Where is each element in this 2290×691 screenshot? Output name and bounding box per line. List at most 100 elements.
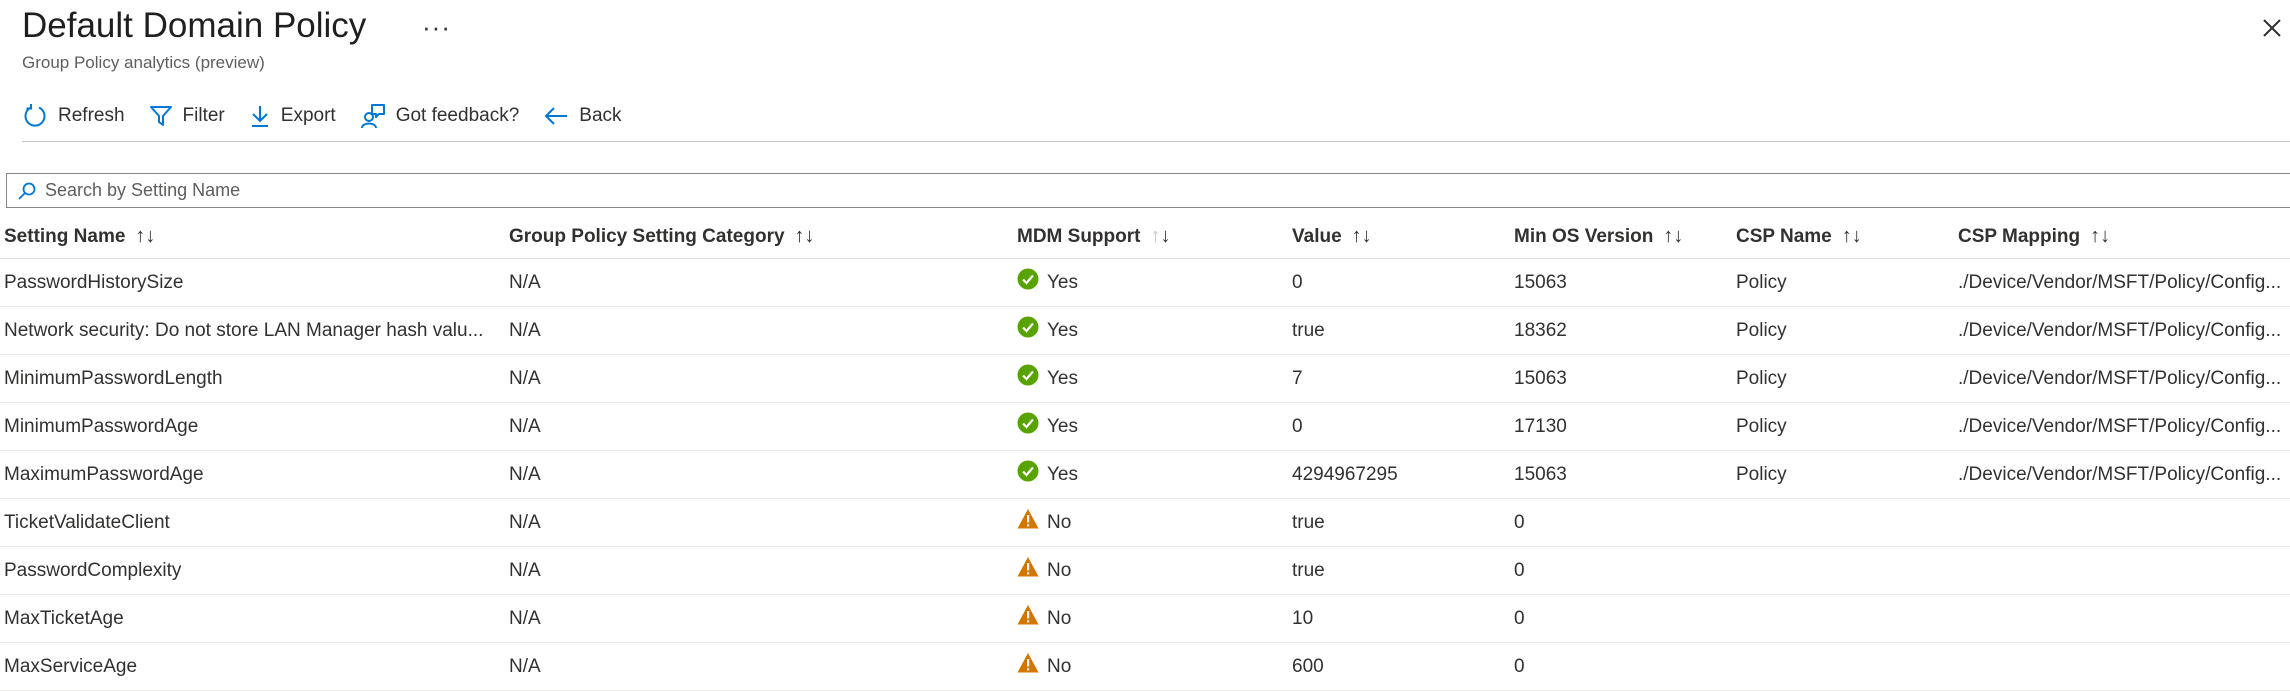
table-row[interactable]: TicketValidateClient N/A No true 0: [0, 498, 2290, 547]
min-os-version-cell: 17130: [1510, 402, 1732, 451]
table-row[interactable]: PasswordComplexity N/A No true 0: [0, 546, 2290, 595]
command-bar: Refresh Filter Export Got feedback? Back: [22, 98, 646, 134]
column-header-csp-name[interactable]: CSP Name ↑↓: [1732, 214, 1954, 259]
more-options-button[interactable]: ···: [422, 12, 451, 43]
csp-name-cell: Policy: [1732, 450, 1954, 499]
setting-name-cell[interactable]: PasswordComplexity: [0, 546, 505, 595]
setting-name-cell[interactable]: TicketValidateClient: [0, 498, 505, 547]
arrow-left-icon: [544, 107, 568, 125]
table-row[interactable]: PasswordHistorySize N/A Yes 0 15063 Policy ./D…: [0, 258, 2290, 307]
min-os-version-cell: 15063: [1510, 450, 1732, 499]
feedback-label: Got feedback?: [395, 105, 520, 126]
check-circle-icon: [1017, 316, 1039, 337]
close-button[interactable]: [2258, 14, 2286, 42]
csp-mapping-cell: ./Device/Vendor/MSFT/Policy/Config...: [1954, 450, 2290, 499]
setting-name-cell[interactable]: MaxServiceAge: [0, 642, 505, 691]
table-row[interactable]: MaxTicketAge N/A No 10 0: [0, 594, 2290, 643]
sort-icon[interactable]: ↑↓: [1663, 225, 1683, 247]
check-circle-icon: [1017, 268, 1039, 289]
column-header-setting-name[interactable]: Setting Name ↑↓: [0, 214, 505, 259]
feedback-button[interactable]: Got feedback?: [360, 103, 520, 129]
table-row[interactable]: MinimumPasswordAge N/A Yes 0 17130 Policy ./De…: [0, 402, 2290, 451]
export-label: Export: [280, 105, 336, 126]
mdm-support-label: Yes: [1047, 271, 1078, 293]
mdm-support-label: No: [1047, 607, 1072, 629]
min-os-version-cell: 0: [1510, 546, 1732, 595]
csp-mapping-cell: [1954, 546, 2290, 595]
value-cell: 0: [1288, 402, 1510, 451]
warning-icon: [1017, 652, 1039, 672]
search-box[interactable]: [6, 173, 2290, 208]
column-header-csp-mapping[interactable]: CSP Mapping ↑↓: [1954, 214, 2290, 259]
setting-name-cell[interactable]: MinimumPasswordLength: [0, 354, 505, 403]
column-header-min-os-version[interactable]: Min OS Version ↑↓: [1510, 214, 1732, 259]
sort-icon[interactable]: ↑↓: [1150, 225, 1170, 247]
setting-name-cell[interactable]: MinimumPasswordAge: [0, 402, 505, 451]
check-circle-icon: [1017, 412, 1039, 433]
table-row[interactable]: MaximumPasswordAge N/A Yes 4294967295 15063 P…: [0, 450, 2290, 499]
category-cell: N/A: [505, 354, 1013, 403]
setting-name-cell[interactable]: MaxTicketAge: [0, 594, 505, 643]
category-cell: N/A: [505, 594, 1013, 643]
csp-name-cell: [1732, 546, 1954, 595]
mdm-support-label: Yes: [1047, 319, 1078, 341]
export-button[interactable]: Export: [249, 104, 336, 128]
mdm-support-cell: No: [1013, 498, 1288, 547]
csp-name-cell: [1732, 594, 1954, 643]
mdm-support-label: Yes: [1047, 415, 1078, 437]
value-cell: 10: [1288, 594, 1510, 643]
warning-icon: [1017, 508, 1039, 528]
value-cell: 0: [1288, 258, 1510, 307]
warning-icon: [1017, 556, 1039, 576]
value-cell: true: [1288, 498, 1510, 547]
csp-name-cell: [1732, 642, 1954, 691]
back-button[interactable]: Back: [543, 105, 622, 127]
column-header-mdm-support[interactable]: MDM Support ↑↓: [1013, 214, 1288, 259]
csp-name-cell: Policy: [1732, 258, 1954, 307]
sort-icon[interactable]: ↑↓: [135, 225, 155, 247]
mdm-support-label: No: [1047, 655, 1072, 677]
filter-button[interactable]: Filter: [149, 104, 225, 128]
search-input[interactable]: [45, 180, 1845, 201]
csp-name-cell: Policy: [1732, 354, 1954, 403]
table-header-row: Setting Name ↑↓ Group Policy Setting Cate…: [0, 214, 2290, 259]
sort-icon[interactable]: ↑↓: [795, 225, 815, 247]
mdm-support-cell: Yes: [1013, 306, 1288, 355]
value-cell: true: [1288, 546, 1510, 595]
value-cell: 7: [1288, 354, 1510, 403]
column-header-category[interactable]: Group Policy Setting Category ↑↓: [505, 214, 1013, 259]
value-cell: 4294967295: [1288, 450, 1510, 499]
setting-name-cell[interactable]: Network security: Do not store LAN Manag…: [0, 306, 505, 355]
mdm-support-cell: Yes: [1013, 354, 1288, 403]
min-os-version-cell: 18362: [1510, 306, 1732, 355]
column-header-value[interactable]: Value ↑↓: [1288, 214, 1510, 259]
table-row[interactable]: MinimumPasswordLength N/A Yes 7 15063 Policy.…: [0, 354, 2290, 403]
table-row[interactable]: Network security: Do not store LAN Manag…: [0, 306, 2290, 355]
mdm-support-label: Yes: [1047, 463, 1078, 485]
mdm-support-label: No: [1047, 511, 1072, 533]
csp-mapping-cell: [1954, 594, 2290, 643]
min-os-version-cell: 0: [1510, 498, 1732, 547]
refresh-button[interactable]: Refresh: [22, 103, 125, 129]
refresh-icon: [24, 104, 46, 127]
refresh-label: Refresh: [58, 105, 125, 126]
sort-icon[interactable]: ↑↓: [1842, 225, 1862, 247]
warning-icon: [1017, 604, 1039, 624]
sort-icon[interactable]: ↑↓: [2090, 225, 2110, 247]
page-title: Default Domain Policy: [22, 6, 367, 45]
table-row[interactable]: MaxServiceAge N/A No 600 0: [0, 642, 2290, 691]
sort-icon[interactable]: ↑↓: [1352, 225, 1372, 247]
mdm-support-cell: No: [1013, 546, 1288, 595]
category-cell: N/A: [505, 258, 1013, 307]
csp-name-cell: [1732, 498, 1954, 547]
category-cell: N/A: [505, 546, 1013, 595]
csp-mapping-cell: [1954, 642, 2290, 691]
setting-name-cell[interactable]: PasswordHistorySize: [0, 258, 505, 307]
category-cell: N/A: [505, 450, 1013, 499]
mdm-support-cell: No: [1013, 594, 1288, 643]
csp-mapping-cell: ./Device/Vendor/MSFT/Policy/Config...: [1954, 258, 2290, 307]
close-icon: [2263, 19, 2281, 37]
csp-mapping-cell: ./Device/Vendor/MSFT/Policy/Config...: [1954, 402, 2290, 451]
setting-name-cell[interactable]: MaximumPasswordAge: [0, 450, 505, 499]
csp-mapping-cell: ./Device/Vendor/MSFT/Policy/Config...: [1954, 354, 2290, 403]
